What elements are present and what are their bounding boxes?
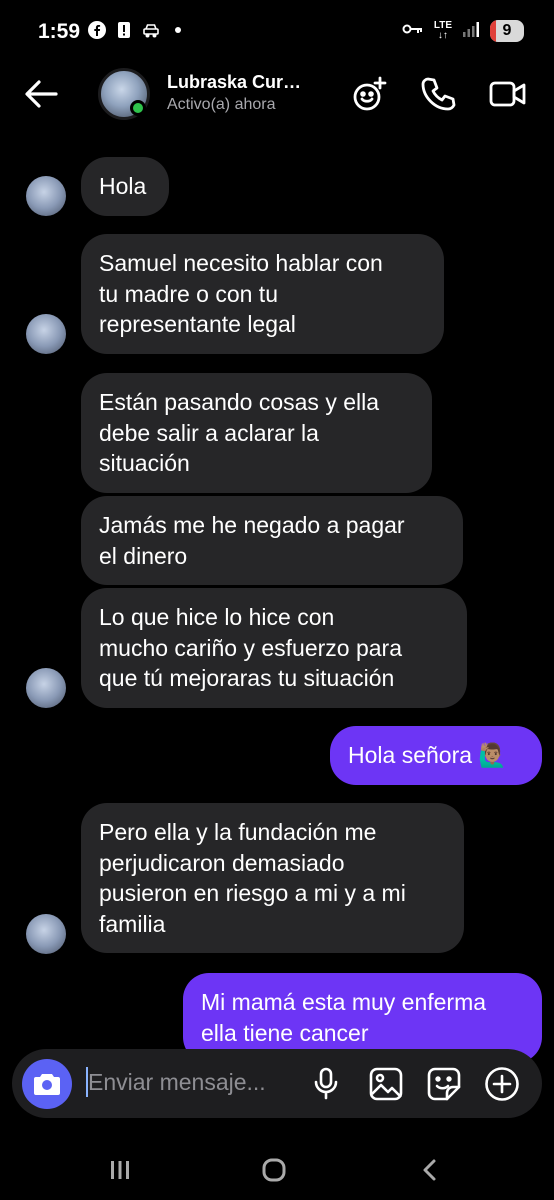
lte-icon: LTE ↓↑ <box>433 20 452 41</box>
video-icon[interactable] <box>488 74 528 114</box>
contact-name[interactable]: Lubraska Cur… <box>167 72 317 93</box>
camera-icon[interactable] <box>22 1059 72 1109</box>
system-icons: LTE ↓↑ 9 <box>402 20 524 42</box>
message-bubble-incoming[interactable]: Pero ella y la fundación me perjudicaron… <box>81 803 464 953</box>
recent-apps-icon[interactable] <box>100 1150 140 1190</box>
system-nav-bar <box>0 1140 554 1200</box>
phone-icon[interactable] <box>418 74 458 114</box>
message-bubble-incoming[interactable]: Lo que hice lo hice con mucho cariño y e… <box>81 588 467 708</box>
image-icon[interactable] <box>368 1066 404 1102</box>
home-icon[interactable] <box>254 1150 294 1190</box>
add-effects-icon[interactable] <box>350 74 390 114</box>
contact-status: Activo(a) ahora <box>167 96 276 113</box>
signal-icon <box>462 21 480 42</box>
clock: 1:59 <box>38 20 81 43</box>
sender-avatar[interactable] <box>26 176 66 216</box>
message-composer: Enviar mensaje... <box>12 1049 542 1118</box>
back-nav-icon[interactable] <box>410 1150 450 1190</box>
notification-icons <box>88 21 187 39</box>
sender-avatar[interactable] <box>26 914 66 954</box>
message-bubble-incoming[interactable]: Hola <box>81 157 169 216</box>
alert-icon <box>115 21 133 39</box>
facebook-icon <box>88 21 106 39</box>
sender-avatar[interactable] <box>26 314 66 354</box>
key-icon <box>402 22 424 41</box>
sticker-icon[interactable] <box>426 1066 462 1102</box>
message-bubble-incoming[interactable]: Samuel necesito hablar con tu madre o co… <box>81 234 444 354</box>
message-bubble-outgoing[interactable]: Hola señora 🙋🏽‍♂️ <box>330 726 542 785</box>
message-bubble-incoming[interactable]: Jamás me he negado a pagar el dinero <box>81 496 463 585</box>
status-bar: 1:59 LTE ↓↑ 9 <box>0 0 554 64</box>
battery-icon: 9 <box>490 20 524 42</box>
back-arrow-icon[interactable] <box>22 74 62 114</box>
plus-icon[interactable] <box>484 1066 520 1102</box>
car-icon <box>142 21 160 39</box>
message-input[interactable]: Enviar mensaje... <box>88 1069 266 1096</box>
sender-avatar[interactable] <box>26 668 66 708</box>
message-bubble-incoming[interactable]: Están pasando cosas y ella debe salir a … <box>81 373 432 493</box>
dot-icon <box>169 21 187 39</box>
chat-header: Lubraska Cur… Activo(a) ahora <box>0 64 554 124</box>
microphone-icon[interactable] <box>308 1066 344 1102</box>
online-indicator <box>130 100 146 116</box>
